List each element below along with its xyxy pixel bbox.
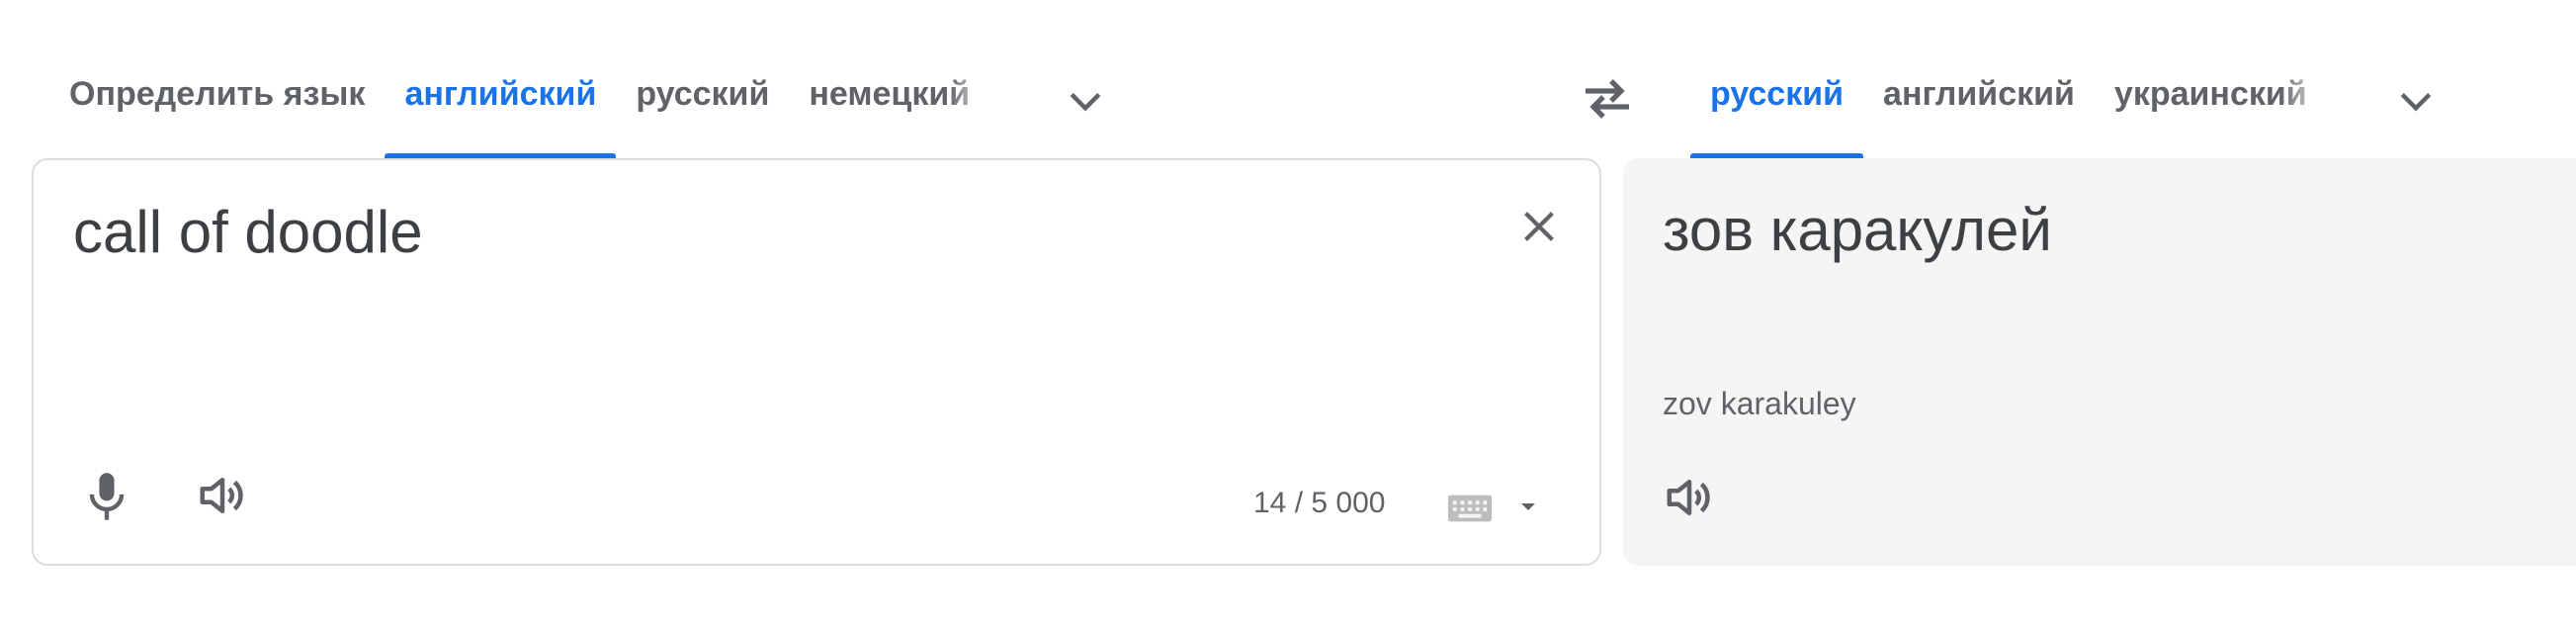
- speaker-icon: [1663, 480, 1716, 528]
- keyboard-icon: [1447, 495, 1493, 528]
- tab-target-russian[interactable]: русский: [1690, 59, 1864, 158]
- swap-languages-button[interactable]: [1582, 75, 1633, 128]
- tab-source-russian[interactable]: русский: [616, 59, 789, 158]
- microphone-icon: [81, 473, 132, 528]
- target-language-tabs: русский английский украинский: [1690, 59, 2327, 158]
- input-tools-dropdown[interactable]: [1516, 495, 1540, 523]
- tab-source-german[interactable]: немецкий: [789, 59, 989, 158]
- speaker-icon: [196, 478, 249, 526]
- voice-input-button[interactable]: [81, 469, 132, 529]
- transliteration-text: zov karakuley: [1663, 386, 1856, 421]
- dropdown-arrow-icon: [1516, 503, 1540, 522]
- translation-panel: зов каракулей zov karakuley: [1623, 158, 2576, 566]
- tab-target-english[interactable]: английский: [1863, 59, 2095, 158]
- clear-source-button[interactable]: [1516, 204, 1562, 254]
- character-counter: 14 / 5 000: [1253, 487, 1386, 519]
- swap-arrows-icon: [1582, 79, 1633, 127]
- tab-source-english[interactable]: английский: [385, 59, 617, 158]
- tab-target-ukrainian[interactable]: украинский: [2095, 59, 2327, 158]
- chevron-down-icon[interactable]: [2394, 79, 2438, 128]
- close-icon: [1516, 212, 1562, 253]
- input-tools-button[interactable]: [1447, 493, 1493, 529]
- tab-detect-language[interactable]: Определить язык: [49, 59, 385, 158]
- listen-source-button[interactable]: [196, 469, 249, 527]
- listen-translation-button[interactable]: [1663, 471, 1716, 529]
- source-text-panel: call of doodle 14 / 5 000: [32, 158, 1601, 566]
- source-text-input[interactable]: call of doodle: [73, 198, 423, 266]
- translation-text: зов каракулей: [1663, 197, 2052, 263]
- chevron-down-icon[interactable]: [1064, 79, 1107, 128]
- source-language-tabs: Определить язык английский русский немец…: [49, 59, 989, 158]
